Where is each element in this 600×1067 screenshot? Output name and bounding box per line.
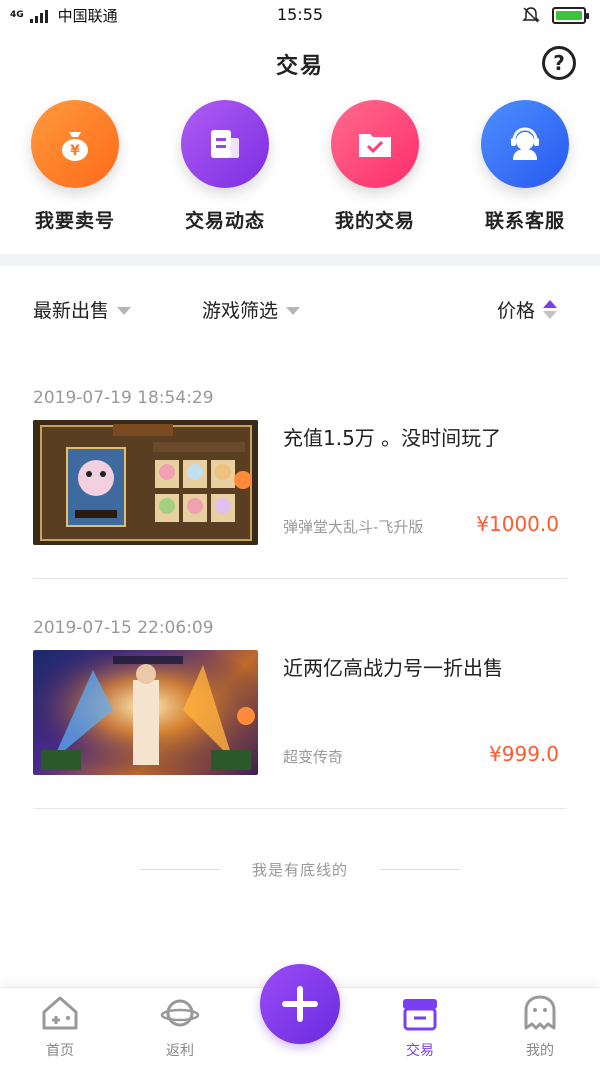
tab-mine[interactable]: 我的 (480, 994, 600, 1060)
battery-icon (552, 6, 589, 24)
my-trades-button[interactable]: 我的交易 (300, 100, 450, 250)
header: 交易 ? (0, 30, 600, 96)
tab-mine-label: 我的 (526, 1043, 554, 1059)
help-button[interactable]: ? (542, 46, 576, 80)
status-time: 15:55 (276, 5, 324, 24)
end-line-right (380, 869, 460, 870)
listing-thumbnail (33, 650, 258, 775)
end-of-list-text: 我是有底线的 (251, 861, 348, 879)
tab-home-label: 首页 (46, 1043, 74, 1059)
document-icon (181, 100, 269, 188)
page-title: 交易 (275, 54, 324, 79)
sell-account-label: 我要卖号 (34, 210, 115, 232)
listing-price: ¥1000.0 (476, 512, 559, 536)
listing-game-name: 弹弹堂大乱斗-飞升版 (283, 518, 424, 536)
tab-rebate-label: 返利 (166, 1043, 194, 1059)
listing-thumbnail (33, 420, 258, 545)
customer-service-icon (481, 100, 569, 188)
chevron-down-icon (117, 306, 132, 315)
section-divider (0, 254, 600, 266)
listing-divider (33, 578, 567, 579)
listing-title: 近两亿高战力号一折出售 (283, 656, 503, 680)
listing-date: 2019-07-15 22:06:09 (33, 618, 214, 638)
svg-text:¥: ¥ (70, 143, 80, 159)
quick-actions: ¥ 我要卖号 交易动态 我的交易 联系客服 (0, 100, 600, 250)
game-filter[interactable]: 游戏筛选 (202, 296, 301, 323)
game-filter-label: 游戏筛选 (202, 300, 279, 322)
tab-trade[interactable]: 交易 (360, 994, 480, 1060)
mute-bell-icon (522, 7, 540, 23)
box-icon (403, 999, 437, 1031)
add-listing-button[interactable] (260, 964, 340, 1044)
chevron-down-icon (286, 306, 301, 315)
latest-sale-label: 最新出售 (33, 300, 110, 322)
trade-news-label: 交易动态 (184, 210, 265, 232)
tab-trade-label: 交易 (406, 1043, 434, 1059)
home-icon (42, 996, 78, 1030)
price-sort-label: 价格 (497, 300, 536, 322)
customer-service-label: 联系客服 (484, 210, 565, 232)
money-bag-icon: ¥ (31, 100, 119, 188)
listing-title: 充值1.5万 。没时间玩了 (283, 426, 502, 450)
listing-date: 2019-07-19 18:54:29 (33, 388, 214, 408)
price-sort[interactable]: 价格 (497, 296, 558, 323)
tab-home[interactable]: 首页 (0, 994, 120, 1060)
end-of-list: 我是有底线的 (0, 858, 600, 882)
sell-account-button[interactable]: ¥ 我要卖号 (0, 100, 150, 250)
listing-price: ¥999.0 (489, 742, 559, 766)
listing-game-name: 超变传奇 (283, 748, 344, 766)
filter-bar: 最新出售 游戏筛选 价格 (0, 280, 600, 334)
question-icon: ? (553, 51, 565, 75)
listing-item[interactable]: 2019-07-19 18:54:29 充值1.5万 。没时间玩了 弹弹堂大乱斗… (33, 388, 567, 580)
customer-service-button[interactable]: 联系客服 (450, 100, 600, 250)
planet-icon (160, 999, 200, 1027)
listing-item[interactable]: 2019-07-15 22:06:09 近两亿高战力号一折出售 超变传奇 ¥99… (33, 618, 567, 810)
sort-icon (543, 300, 558, 319)
my-trades-label: 我的交易 (334, 210, 415, 232)
status-bar: 4G 中国联通 15:55 (0, 0, 600, 30)
tab-rebate[interactable]: 返利 (120, 994, 240, 1060)
listing-divider (33, 808, 567, 809)
ghost-icon (524, 995, 556, 1030)
latest-sale-filter[interactable]: 最新出售 (33, 296, 132, 323)
folder-check-icon (331, 100, 419, 188)
trade-news-button[interactable]: 交易动态 (150, 100, 300, 250)
